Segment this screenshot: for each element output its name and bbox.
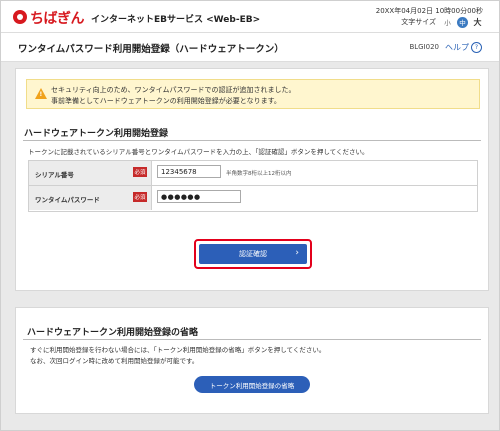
auth-confirm-button[interactable]: 認証確認 › xyxy=(199,244,307,264)
otp-label-cell: ワンタイムパスワード 必須 xyxy=(29,186,152,210)
skip-line-1: すぐに利用開始登録を行わない場合には、「トークン利用開始登録の省略」ボタンを押し… xyxy=(30,346,326,354)
required-badge: 必須 xyxy=(133,167,147,177)
font-size-small-button[interactable]: 小 xyxy=(442,17,453,28)
security-notice: セキュリティ向上のため、ワンタイムパスワードでの認証が追加されました。 事前準備… xyxy=(26,79,480,109)
font-size-label: 文字サイズ xyxy=(401,18,436,26)
font-size-medium-button[interactable]: 中 xyxy=(457,16,468,28)
help-link[interactable]: ヘルプ ? xyxy=(445,42,482,53)
notice-line-1: セキュリティ向上のため、ワンタイムパスワードでの認証が追加されました。 xyxy=(51,86,296,94)
serial-label-cell: シリアル番号 必須 xyxy=(29,161,152,185)
help-label: ヘルプ xyxy=(445,43,469,52)
auth-confirm-label: 認証確認 xyxy=(239,250,267,258)
section-divider xyxy=(23,140,481,141)
chevron-right-icon: › xyxy=(295,248,299,258)
otp-label: ワンタイムパスワード xyxy=(35,196,100,204)
token-form: シリアル番号 必須 12345678 半角数字8桁以上12桁以内 ワンタイムパス… xyxy=(28,160,478,212)
help-icon: ? xyxy=(471,42,482,53)
skip-line-2: なお、次回ログイン時に改めて利用開始登録が可能です。 xyxy=(30,357,199,365)
registration-panel: セキュリティ向上のため、ワンタイムパスワードでの認証が追加されました。 事前準備… xyxy=(15,68,489,291)
serial-label: シリアル番号 xyxy=(35,171,74,179)
registration-instructions: トークンに記載されているシリアル番号とワンタイムパスワードを入力の上、「認証確認… xyxy=(28,148,369,156)
current-datetime: 20XX年04月02日 10時00分00秒 xyxy=(375,7,483,15)
page-frame: ちばぎん インターネットEBサービス <Web-EB> 20XX年04月02日 … xyxy=(0,0,500,431)
serial-number-input[interactable]: 12345678 xyxy=(157,165,221,178)
section-divider xyxy=(23,339,481,340)
skip-panel: ハードウェアトークン利用開始登録の省略 すぐに利用開始登録を行わない場合には、「… xyxy=(15,307,489,414)
screen-id: BLGI020 xyxy=(409,43,439,51)
confirm-button-highlight: 認証確認 › xyxy=(194,239,312,269)
skip-heading: ハードウェアトークン利用開始登録の省略 xyxy=(27,328,199,338)
serial-row: シリアル番号 必須 12345678 半角数字8桁以上12桁以内 xyxy=(29,161,477,186)
otp-row: ワンタイムパスワード 必須 ●●●●●● xyxy=(29,186,477,210)
registration-heading: ハードウェアトークン利用開始登録 xyxy=(24,129,169,139)
font-size-large-button[interactable]: 大 xyxy=(472,17,483,28)
bank-logo-text: ちばぎん xyxy=(30,11,85,27)
one-time-password-input[interactable]: ●●●●●● xyxy=(157,190,241,203)
required-badge: 必須 xyxy=(133,192,147,202)
notice-line-2: 事前準備としてハードウェアトークンの利用開始登録が必要となります。 xyxy=(51,97,281,105)
bank-logo-icon xyxy=(13,10,27,24)
warning-icon xyxy=(35,88,47,99)
title-bar: ワンタイムパスワード利用開始登録（ハードウェアトークン） BLGI020 ヘルプ… xyxy=(1,33,499,62)
font-size-control: 文字サイズ 小 中 大 xyxy=(401,16,483,28)
service-name: インターネットEBサービス <Web-EB> xyxy=(91,15,261,25)
serial-hint: 半角数字8桁以上12桁以内 xyxy=(226,171,292,177)
site-header: ちばぎん インターネットEBサービス <Web-EB> 20XX年04月02日 … xyxy=(1,1,499,33)
page-title: ワンタイムパスワード利用開始登録（ハードウェアトークン） xyxy=(18,44,284,55)
skip-registration-button[interactable]: トークン利用開始登録の省略 xyxy=(194,376,310,393)
